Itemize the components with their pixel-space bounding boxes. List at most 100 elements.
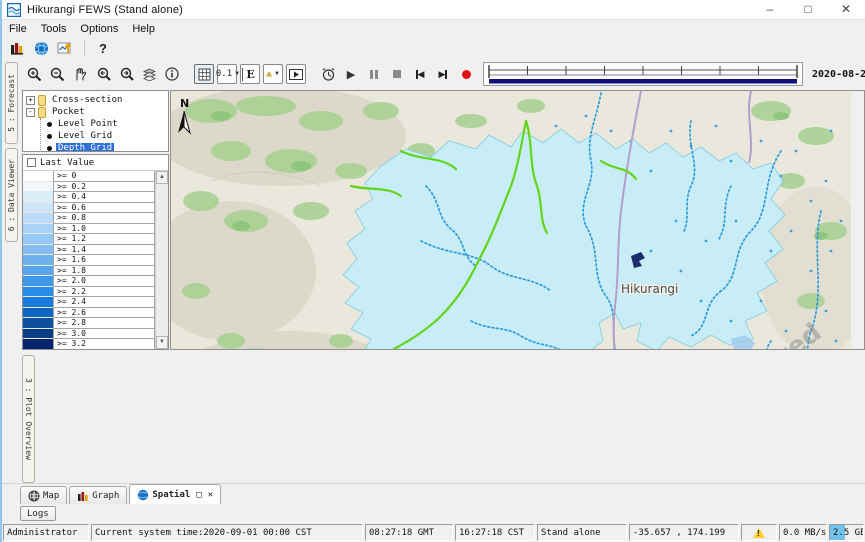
stop-button[interactable]: [387, 64, 407, 84]
explorer-tree: + Cross-section - Pocket Lev: [22, 90, 169, 152]
tree-node-label[interactable]: Cross-section: [50, 95, 124, 105]
tree-node-level-point[interactable]: Level Point: [45, 118, 168, 130]
zoom-in-icon[interactable]: [24, 64, 44, 84]
tree-node-label[interactable]: Level Grid: [56, 131, 114, 141]
folder-icon: [38, 107, 46, 118]
legend-scrollbar[interactable]: ▲ ▼: [155, 171, 168, 349]
tab-spatial[interactable]: Spatial □ ✕: [129, 484, 221, 504]
step-forward-icon: ▶: [439, 69, 448, 80]
contour-interval-dropdown[interactable]: 0.1 ▼: [217, 64, 237, 84]
warning-triangle-icon: [266, 68, 272, 80]
status-coordinates: -35.657 , 174.199: [629, 524, 739, 541]
map-canvas[interactable]: API Key Required API Key Required N km: [170, 90, 865, 350]
zoom-out-icon[interactable]: [47, 64, 67, 84]
main-toolbar: ?: [2, 37, 865, 59]
legend-swatch: [23, 213, 53, 224]
timeline-slider[interactable]: [483, 62, 803, 86]
legend-swatch: [23, 297, 53, 308]
tab-data-viewer[interactable]: 6 : Data Viewer: [5, 148, 18, 242]
tree-node-label-selected[interactable]: Depth Grid: [56, 143, 114, 152]
tree-node-depth-grid[interactable]: Depth Grid: [45, 142, 168, 152]
stop-icon: [393, 70, 401, 78]
step-backward-button[interactable]: ◀: [410, 64, 430, 84]
pan-hand-icon[interactable]: [70, 64, 90, 84]
tab-forecast[interactable]: 5 : Forecast: [5, 62, 18, 144]
record-icon: [462, 70, 471, 79]
panel-maximize-icon[interactable]: □: [196, 490, 201, 500]
tab-map[interactable]: Map: [20, 486, 67, 504]
animation-speed-icon[interactable]: [318, 64, 338, 84]
panel-close-icon[interactable]: ✕: [208, 490, 213, 500]
expander-minus-icon[interactable]: -: [26, 108, 35, 117]
tab-map-label: Map: [43, 491, 59, 501]
tree-node-level-grid[interactable]: Level Grid: [45, 130, 168, 142]
legend-swatch: [23, 318, 53, 329]
tab-data-viewer-label: 6 : Data Viewer: [7, 159, 16, 231]
last-value-checkbox[interactable]: [27, 158, 36, 167]
right-tab-strip: 3 : Plot Overview: [20, 352, 37, 483]
graph-chart-icon: [77, 490, 89, 502]
leaf-bullet-icon: [47, 122, 52, 127]
title-bar: Hikurangi FEWS (Stand alone) – □ ✕: [2, 0, 865, 20]
status-local-time: 16:27:18 CST: [455, 524, 535, 541]
status-warning-cell[interactable]: [741, 524, 777, 541]
interval-value: 0.1: [216, 69, 232, 79]
legend-swatch: [23, 182, 53, 193]
step-backward-icon: ◀: [416, 69, 425, 80]
status-memory-gauge: 2.5 GB: [829, 524, 864, 541]
play-button[interactable]: ▶: [341, 64, 361, 84]
logs-button[interactable]: Logs: [20, 506, 56, 521]
minimize-button[interactable]: –: [751, 0, 789, 20]
tab-graph[interactable]: Graph: [69, 486, 127, 504]
menu-options[interactable]: Options: [73, 22, 125, 36]
legend-swatch: [23, 224, 53, 235]
timeline-current-time: 2020-08-25 00:00:00 CST: [812, 69, 865, 80]
tab-forecast-label: 5 : Forecast: [7, 74, 16, 132]
status-system-time: Current system time:2020-09-01 00:00 CST: [91, 524, 363, 541]
tree-node-label[interactable]: Pocket: [50, 107, 87, 117]
map-globe-icon: [28, 490, 40, 502]
legend-panel: Last Value >= 0 >= 0.2 >= 0.4 >= 0.6 >= …: [22, 154, 169, 350]
scroll-down-icon[interactable]: ▼: [156, 336, 168, 349]
timeseries-dialog-icon[interactable]: [56, 39, 74, 57]
previous-zoom-icon[interactable]: [93, 64, 113, 84]
status-gmt-time: 08:27:18 GMT: [365, 524, 453, 541]
legend-row[interactable]: >= 3.2: [23, 339, 155, 349]
step-forward-button[interactable]: ▶: [433, 64, 453, 84]
movie-export-button[interactable]: [286, 64, 306, 84]
thresholds-warning-dropdown[interactable]: ▼: [263, 64, 283, 84]
menu-file[interactable]: File: [2, 22, 34, 36]
info-icon[interactable]: [162, 64, 182, 84]
classification-button[interactable]: E: [240, 64, 260, 84]
timeline-data-bar: [489, 79, 797, 84]
grid-display-button[interactable]: [194, 64, 214, 84]
menu-help[interactable]: Help: [125, 22, 162, 36]
layers-icon[interactable]: [139, 64, 159, 84]
menu-tools[interactable]: Tools: [34, 22, 74, 36]
town-label: Hikurangi: [621, 282, 678, 296]
database-viewer-icon[interactable]: [8, 39, 26, 57]
maximize-button[interactable]: □: [789, 0, 827, 20]
toolbar-separator: [84, 40, 85, 56]
pause-button[interactable]: [364, 64, 384, 84]
tree-node-cross-section[interactable]: + Cross-section: [26, 94, 168, 106]
tree-node-label[interactable]: Level Point: [56, 119, 120, 129]
window-title: Hikurangi FEWS (Stand alone): [27, 4, 751, 16]
next-zoom-icon[interactable]: [116, 64, 136, 84]
tab-plot-overview[interactable]: 3 : Plot Overview: [22, 355, 35, 483]
app-window: Hikurangi FEWS (Stand alone) – □ ✕ File …: [0, 0, 865, 542]
status-bar: Administrator Current system time:2020-0…: [2, 523, 865, 542]
last-value-label: Last Value: [40, 158, 94, 168]
record-button[interactable]: [456, 64, 476, 84]
close-button[interactable]: ✕: [827, 0, 865, 20]
help-button[interactable]: ?: [95, 41, 111, 56]
status-download-rate: 0.0 MB/s: [779, 524, 827, 541]
tree-node-pocket[interactable]: - Pocket: [26, 106, 168, 118]
expander-plus-icon[interactable]: +: [26, 96, 35, 105]
menu-bar: File Tools Options Help: [2, 20, 865, 37]
tab-graph-label: Graph: [92, 491, 119, 501]
scroll-up-icon[interactable]: ▲: [156, 171, 168, 184]
legend-swatch: [23, 245, 53, 256]
legend-swatch: [23, 203, 53, 214]
spatial-display-globe-icon[interactable]: [32, 39, 50, 57]
